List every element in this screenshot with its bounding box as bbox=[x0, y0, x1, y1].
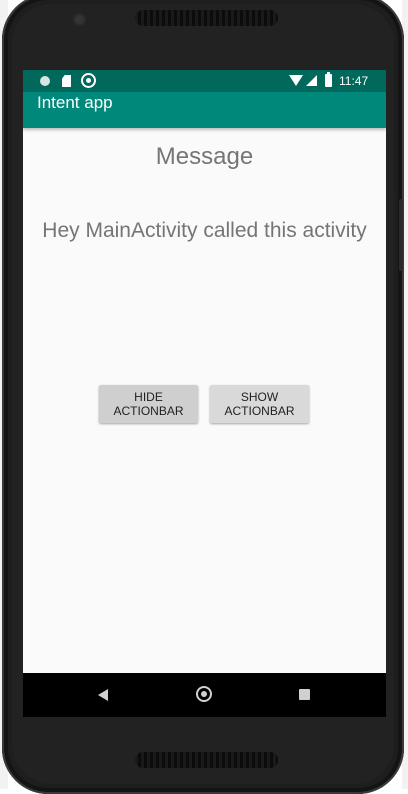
show-button-label-line2: ACTIONBAR bbox=[224, 404, 295, 418]
signal-icon bbox=[306, 75, 317, 86]
show-button-label-line1: SHOW bbox=[240, 390, 279, 404]
status-time: 11:47 bbox=[339, 74, 369, 88]
wifi-icon bbox=[289, 75, 303, 86]
home-icon[interactable] bbox=[196, 686, 212, 702]
sd-card-icon bbox=[62, 75, 71, 87]
whatsapp-icon bbox=[81, 73, 96, 88]
action-bar: Intent app bbox=[23, 92, 386, 128]
message-heading: Message bbox=[155, 143, 254, 170]
circle-notification-icon bbox=[40, 76, 50, 86]
hide-actionbar-button[interactable]: HIDE ACTIONBAR bbox=[99, 385, 198, 423]
recents-icon[interactable] bbox=[299, 689, 310, 700]
bottom-speaker-grille bbox=[135, 752, 278, 768]
battery-charging-icon bbox=[325, 72, 332, 87]
status-bar: 11:47 bbox=[23, 70, 386, 92]
device-screen: 11:47 Intent app Message Hey MainActivit… bbox=[23, 70, 386, 717]
show-actionbar-button[interactable]: SHOW ACTIONBAR bbox=[210, 385, 309, 423]
hide-button-label-line1: HIDE bbox=[134, 390, 163, 404]
navigation-bar bbox=[23, 673, 386, 717]
app-title: Intent app bbox=[37, 93, 113, 112]
back-icon[interactable] bbox=[98, 689, 108, 701]
power-button[interactable] bbox=[399, 199, 403, 271]
message-text: Hey MainActivity called this activity bbox=[42, 219, 367, 242]
hide-button-label-line2: ACTIONBAR bbox=[113, 404, 184, 418]
top-speaker-grille bbox=[135, 10, 278, 26]
front-camera-icon bbox=[75, 15, 84, 24]
